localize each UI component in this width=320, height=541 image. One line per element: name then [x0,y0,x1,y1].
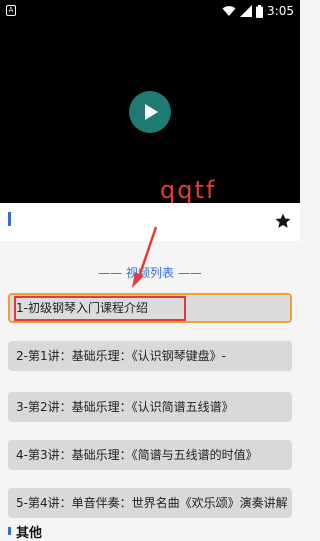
battery-icon [256,4,264,18]
watermark-text: qqtf [160,176,217,204]
video-player[interactable] [0,22,300,203]
notification-icon: A [6,5,16,16]
video-list-header: —— 视频列表 —— [98,266,202,280]
wifi-icon [222,6,236,16]
status-bar: A 3:05 [0,0,300,22]
episode-item-1[interactable]: 1-初级钢琴入门课程介绍 [8,293,292,323]
episode-item-3[interactable]: 3-第2讲：基础乐理：《认识简谱五线谱》 [8,392,292,422]
video-info-bar [0,203,300,241]
signal-icon [240,5,253,17]
status-time: 3:05 [267,4,294,18]
episode-item-4[interactable]: 4-第3讲：基础乐理：《简谱与五线谱的时值》 [8,440,292,470]
play-icon [145,104,158,120]
title-accent-bar [8,212,11,226]
section-title: 其他 [16,526,43,541]
episode-item-2[interactable]: 2-第1讲：基础乐理：《认识钢琴键盘》- [8,341,292,371]
star-icon [275,213,291,228]
favorite-button[interactable] [274,212,292,230]
episode-item-5[interactable]: 5-第4讲：单音伴奏：世界名曲《欢乐颂》演奏讲解 [8,488,292,518]
section-accent-bar [8,527,11,535]
play-button[interactable] [129,91,171,133]
